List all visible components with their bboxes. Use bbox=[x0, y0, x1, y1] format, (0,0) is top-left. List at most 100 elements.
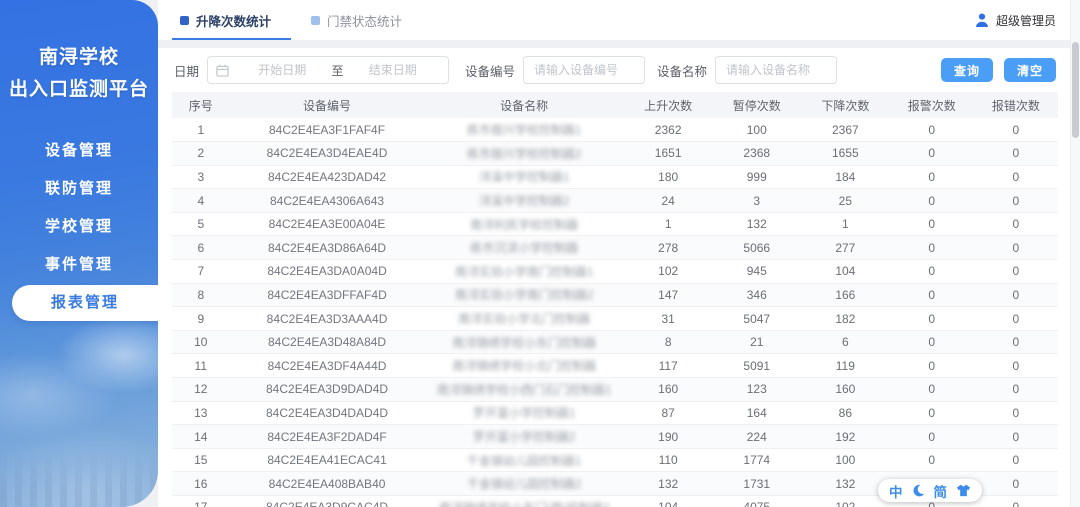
table-cell: 0 bbox=[889, 330, 974, 355]
table-cell: 练市沉渎小学控制器 bbox=[424, 235, 624, 261]
ime-toolbar[interactable]: 中 简 bbox=[878, 479, 982, 502]
table-row: 14 84C2E4EA3F2DAD4F 罗开富小学控制器2 190 224 192 0 0 bbox=[172, 424, 1058, 449]
table-cell: 119 bbox=[801, 353, 890, 379]
table-row: 12 84C2E4EA3D9DAD4D 南浔锦绣学校小西门石门控制器1 160 123 1… bbox=[172, 377, 1058, 402]
date-label: 日期 bbox=[174, 64, 200, 79]
table-cell: 84C2E4EA3D4DAD4D bbox=[229, 401, 425, 426]
table-cell: 346 bbox=[712, 283, 802, 308]
table-cell: 86 bbox=[801, 401, 890, 426]
table-cell: 0 bbox=[973, 235, 1058, 261]
table-row: 11 84C2E4EA3DF4A44D 南浔锦绣学校小北门控制器 117 5091 119… bbox=[172, 353, 1058, 379]
table-cell: 浔溪中学控制器1 bbox=[424, 165, 624, 190]
table-cell: 0 bbox=[889, 188, 974, 213]
table-row: 6 84C2E4EA3D86A64D 练市沉渎小学控制器 278 5066 277 0 0 bbox=[172, 235, 1058, 261]
table-cell: 南浔实验小学南门控制器2 bbox=[424, 283, 624, 308]
table-cell: 5091 bbox=[712, 353, 802, 379]
search-button[interactable]: 查询 bbox=[940, 58, 993, 82]
table-cell: 11 bbox=[172, 353, 230, 379]
table-cell: 浔溪中学控制器2 bbox=[424, 188, 624, 213]
table-cell: 100 bbox=[712, 118, 802, 143]
table-cell: 182 bbox=[801, 306, 890, 331]
table-cell: 0 bbox=[973, 377, 1058, 402]
table-row: 3 84C2E4EA423DAD42 浔溪中学控制器1 180 999 184 0 0 bbox=[172, 165, 1058, 190]
table-cell: 0 bbox=[889, 235, 974, 261]
table-cell: 25 bbox=[801, 188, 890, 213]
ime-simplified-toggle[interactable]: 简 bbox=[934, 481, 948, 501]
column-header: 设备名称 bbox=[424, 92, 624, 118]
table-cell: 180 bbox=[623, 165, 713, 190]
user-icon bbox=[975, 13, 988, 27]
table-cell: 1 bbox=[172, 118, 230, 143]
table-cell: 0 bbox=[889, 259, 974, 284]
table-cell: 13 bbox=[172, 401, 230, 426]
table-cell: 1731 bbox=[712, 471, 802, 496]
table-cell: 0 bbox=[889, 165, 974, 190]
table-cell: 0 bbox=[973, 283, 1058, 308]
table-cell: 0 bbox=[973, 353, 1058, 379]
date-range-picker[interactable]: 至 bbox=[207, 56, 450, 84]
shirt-icon[interactable] bbox=[956, 484, 971, 497]
tab[interactable]: 升降次数统计 bbox=[171, 0, 292, 40]
table-cell: 2362 bbox=[623, 118, 713, 143]
table-cell: 84C2E4EA3D86A64D bbox=[229, 235, 425, 261]
table-cell: 1655 bbox=[801, 141, 890, 166]
table-row: 4 84C2E4EA4306A643 浔溪中学控制器2 24 3 25 0 0 bbox=[172, 188, 1058, 213]
table-cell: 1774 bbox=[712, 448, 802, 473]
scrollbar-thumb[interactable] bbox=[1072, 42, 1079, 138]
content-card: 日期 至 设备编号 设备名称 bbox=[158, 48, 1070, 507]
sidebar-item[interactable]: 学校管理 bbox=[0, 208, 158, 246]
calendar-icon bbox=[216, 64, 229, 77]
app-title-line1: 南浔学校 bbox=[38, 47, 119, 68]
table-cell: 945 bbox=[712, 259, 802, 284]
column-header: 下降次数 bbox=[801, 92, 890, 118]
vertical-scrollbar[interactable] bbox=[1070, 0, 1080, 507]
table-header: 序号 设备编号 设备名称 上升次数 暂停次数 下降次数 报警次数 报错次数 bbox=[172, 92, 1058, 118]
table-cell: 3 bbox=[712, 188, 802, 213]
table-cell: 0 bbox=[889, 448, 974, 473]
column-header: 设备编号 bbox=[229, 92, 425, 118]
tab-bullet-icon bbox=[180, 15, 189, 25]
table-cell: 6 bbox=[172, 235, 230, 261]
table-cell: 0 bbox=[973, 330, 1058, 355]
sidebar-item[interactable]: 事件管理 bbox=[0, 246, 158, 284]
table-cell: 166 bbox=[801, 283, 890, 308]
clear-button[interactable]: 清空 bbox=[1003, 58, 1056, 82]
table-cell: 10 bbox=[172, 330, 230, 355]
table-cell: 12 bbox=[172, 377, 230, 402]
table-cell: 7 bbox=[172, 259, 230, 284]
tab-bullet-icon bbox=[311, 15, 321, 25]
table-cell: 84C2E4EA408BAB40 bbox=[229, 471, 425, 496]
table-cell: 84C2E4EA3DFFAF4D bbox=[229, 283, 425, 308]
table-cell: 南浔锦绣学校小北门控制器 bbox=[424, 353, 624, 379]
table-cell: 0 bbox=[889, 377, 974, 402]
table-cell: 160 bbox=[801, 377, 890, 402]
start-date-input[interactable] bbox=[235, 63, 330, 77]
table-row: 13 84C2E4EA3D4DAD4D 罗开富小学控制器1 87 164 86 0 0 bbox=[172, 401, 1058, 426]
table-cell: 南浔锦绣学校小西门石门控制器1 bbox=[424, 377, 624, 402]
table-cell: 17 bbox=[172, 495, 230, 507]
table-cell: 0 bbox=[973, 118, 1058, 143]
table-cell: 南浔实验小学南门控制器1 bbox=[424, 259, 624, 284]
table-cell: 102 bbox=[801, 495, 890, 507]
table-cell: 南浔实验小学北门控制器 bbox=[424, 306, 624, 331]
user-menu[interactable]: 超级管理员 bbox=[975, 12, 1056, 29]
table-cell: 0 bbox=[889, 212, 974, 237]
table-cell: 123 bbox=[712, 377, 802, 402]
sidebar-item[interactable]: 联防管理 bbox=[0, 170, 158, 208]
table-cell: 192 bbox=[801, 424, 890, 449]
table-cell: 8 bbox=[623, 330, 713, 355]
device-no-label: 设备编号 bbox=[465, 64, 516, 79]
table-cell: 千金镇幼儿园控制器1 bbox=[424, 448, 624, 473]
moon-icon[interactable] bbox=[912, 484, 925, 497]
device-no-input[interactable] bbox=[523, 56, 646, 84]
column-header: 上升次数 bbox=[623, 92, 713, 118]
table-cell: 罗开富小学控制器2 bbox=[424, 424, 624, 449]
tab[interactable]: 门禁状态统计 bbox=[311, 0, 402, 40]
table-cell: 5047 bbox=[712, 306, 802, 331]
device-name-input[interactable] bbox=[715, 56, 838, 84]
end-date-input[interactable] bbox=[345, 63, 441, 77]
ime-language-toggle[interactable]: 中 bbox=[889, 481, 903, 501]
sidebar-item[interactable]: 报表管理 bbox=[12, 285, 158, 321]
column-header: 报错次数 bbox=[973, 92, 1058, 118]
sidebar-item[interactable]: 设备管理 bbox=[0, 132, 158, 170]
